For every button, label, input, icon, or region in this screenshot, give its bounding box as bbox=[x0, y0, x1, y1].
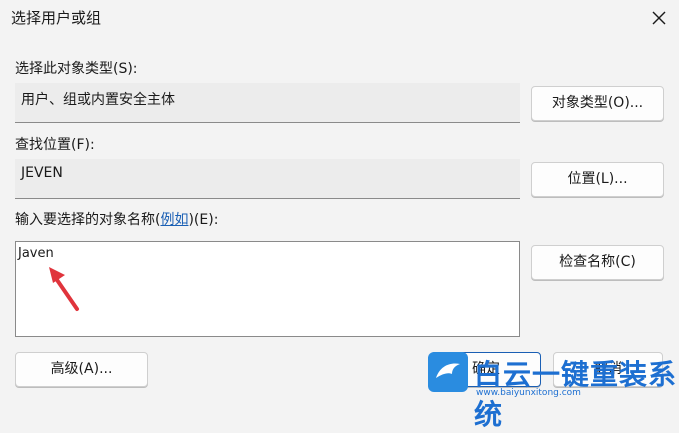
object-type-value: 用户、组或内置安全主体 bbox=[21, 92, 175, 108]
location-field: JEVEN bbox=[15, 159, 520, 199]
object-type-field: 用户、组或内置安全主体 bbox=[15, 83, 520, 123]
object-type-label: 选择此对象类型(S): bbox=[15, 61, 138, 77]
watermark-url: www.baiyunxitong.com bbox=[476, 388, 581, 398]
title-bar: 选择用户或组 bbox=[0, 0, 679, 36]
object-names-label-suffix: )(E): bbox=[188, 212, 219, 228]
object-names-value: Javen bbox=[18, 246, 54, 261]
object-names-label: 输入要选择的对象名称(例如)(E): bbox=[15, 209, 218, 229]
location-label: 查找位置(F): bbox=[15, 137, 95, 153]
check-names-button[interactable]: 检查名称(C) bbox=[531, 245, 664, 280]
watermark-logo-icon bbox=[428, 352, 468, 392]
window-title: 选择用户或组 bbox=[11, 9, 102, 27]
locations-button[interactable]: 位置(L)... bbox=[531, 162, 664, 197]
object-names-input[interactable]: Javen bbox=[15, 241, 520, 337]
examples-link[interactable]: 例如 bbox=[160, 212, 188, 228]
object-types-button[interactable]: 对象类型(O)... bbox=[531, 86, 664, 121]
red-arrow-annotation bbox=[49, 267, 79, 311]
object-names-label-prefix: 输入要选择的对象名称( bbox=[15, 212, 161, 228]
close-icon[interactable] bbox=[645, 4, 673, 32]
location-value: JEVEN bbox=[21, 165, 63, 181]
advanced-button[interactable]: 高级(A)... bbox=[15, 352, 148, 387]
